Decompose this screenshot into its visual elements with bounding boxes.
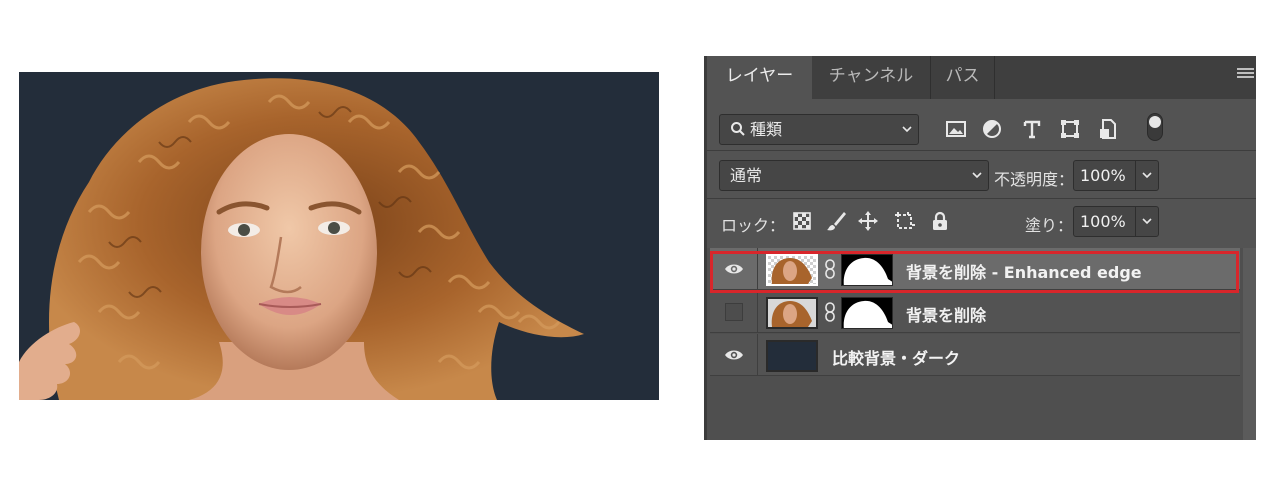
link-icon[interactable] xyxy=(824,259,836,279)
visibility-toggle[interactable] xyxy=(710,334,758,376)
layer-row[interactable]: 比較背景・ダーク xyxy=(710,334,1240,376)
layer-filter-dropdown[interactable]: 種類 xyxy=(719,114,919,145)
layer-row[interactable]: 背景を削除 - Enhanced edge xyxy=(710,248,1240,290)
eye-icon xyxy=(725,264,743,274)
layer-mask-thumbnail[interactable] xyxy=(841,254,893,286)
visibility-off-box xyxy=(725,303,743,321)
fill-input[interactable]: 100% xyxy=(1073,206,1159,237)
tab-layers[interactable]: レイヤー xyxy=(707,56,812,99)
artboard-icon[interactable] xyxy=(893,210,915,232)
layer-mask-thumbnail[interactable] xyxy=(841,297,893,329)
panel-tab-bar: レイヤー チャンネル パス xyxy=(707,56,1256,99)
link-icon[interactable] xyxy=(824,302,836,322)
layer-row[interactable]: 背景を削除 xyxy=(710,291,1240,333)
lock-label: ロック： xyxy=(721,216,786,235)
brush-icon[interactable] xyxy=(825,210,847,232)
filter-kind-label: 種類 xyxy=(750,120,783,139)
fill-value: 100% xyxy=(1080,212,1126,231)
layers-panel: レイヤー チャンネル パス 種類 通常 不透明度： 100% ロック： 塗り： … xyxy=(704,56,1256,440)
visibility-toggle[interactable] xyxy=(710,248,758,290)
portrait-photo xyxy=(19,72,659,400)
visibility-toggle[interactable] xyxy=(710,291,758,333)
chevron-down-icon xyxy=(972,172,982,179)
layers-scrollbar[interactable] xyxy=(1243,248,1256,440)
lock-transparency-icon[interactable] xyxy=(791,210,813,232)
layers-list: 背景を削除 - Enhanced edge 背景を削除 比較背景・ダーク xyxy=(707,248,1243,440)
blend-mode-value: 通常 xyxy=(730,166,763,185)
layer-name: 背景を削除 - Enhanced edge xyxy=(906,263,1142,282)
eye-icon xyxy=(725,350,743,360)
lock-all-icon[interactable] xyxy=(929,210,951,232)
adjustment-filter-icon[interactable] xyxy=(981,118,1003,140)
search-icon xyxy=(731,122,745,136)
divider xyxy=(707,198,1256,199)
layer-thumbnail[interactable] xyxy=(766,340,818,372)
chevron-down-icon xyxy=(902,126,912,133)
blend-mode-dropdown[interactable]: 通常 xyxy=(719,160,989,191)
chevron-down-icon xyxy=(1142,218,1152,225)
fill-label: 塗り： xyxy=(1025,216,1074,235)
layer-thumbnail[interactable] xyxy=(766,297,818,329)
tab-paths[interactable]: パス xyxy=(931,56,995,99)
tab-channels[interactable]: チャンネル xyxy=(812,56,931,99)
shape-filter-icon[interactable] xyxy=(1059,118,1081,140)
opacity-input[interactable]: 100% xyxy=(1073,160,1159,191)
smart-object-filter-icon[interactable] xyxy=(1097,118,1119,140)
layer-name: 背景を削除 xyxy=(906,306,987,325)
opacity-label: 不透明度： xyxy=(994,170,1075,189)
filter-toggle[interactable] xyxy=(1147,113,1163,141)
layer-name: 比較背景・ダーク xyxy=(832,349,961,368)
type-filter-icon[interactable] xyxy=(1021,118,1043,140)
divider xyxy=(707,150,1256,151)
layer-thumbnail[interactable] xyxy=(766,254,818,286)
chevron-down-icon xyxy=(1142,172,1152,179)
opacity-value: 100% xyxy=(1080,166,1126,185)
move-icon[interactable] xyxy=(857,210,879,232)
panel-menu-icon[interactable] xyxy=(1237,68,1254,82)
image-filter-icon[interactable] xyxy=(945,118,967,140)
